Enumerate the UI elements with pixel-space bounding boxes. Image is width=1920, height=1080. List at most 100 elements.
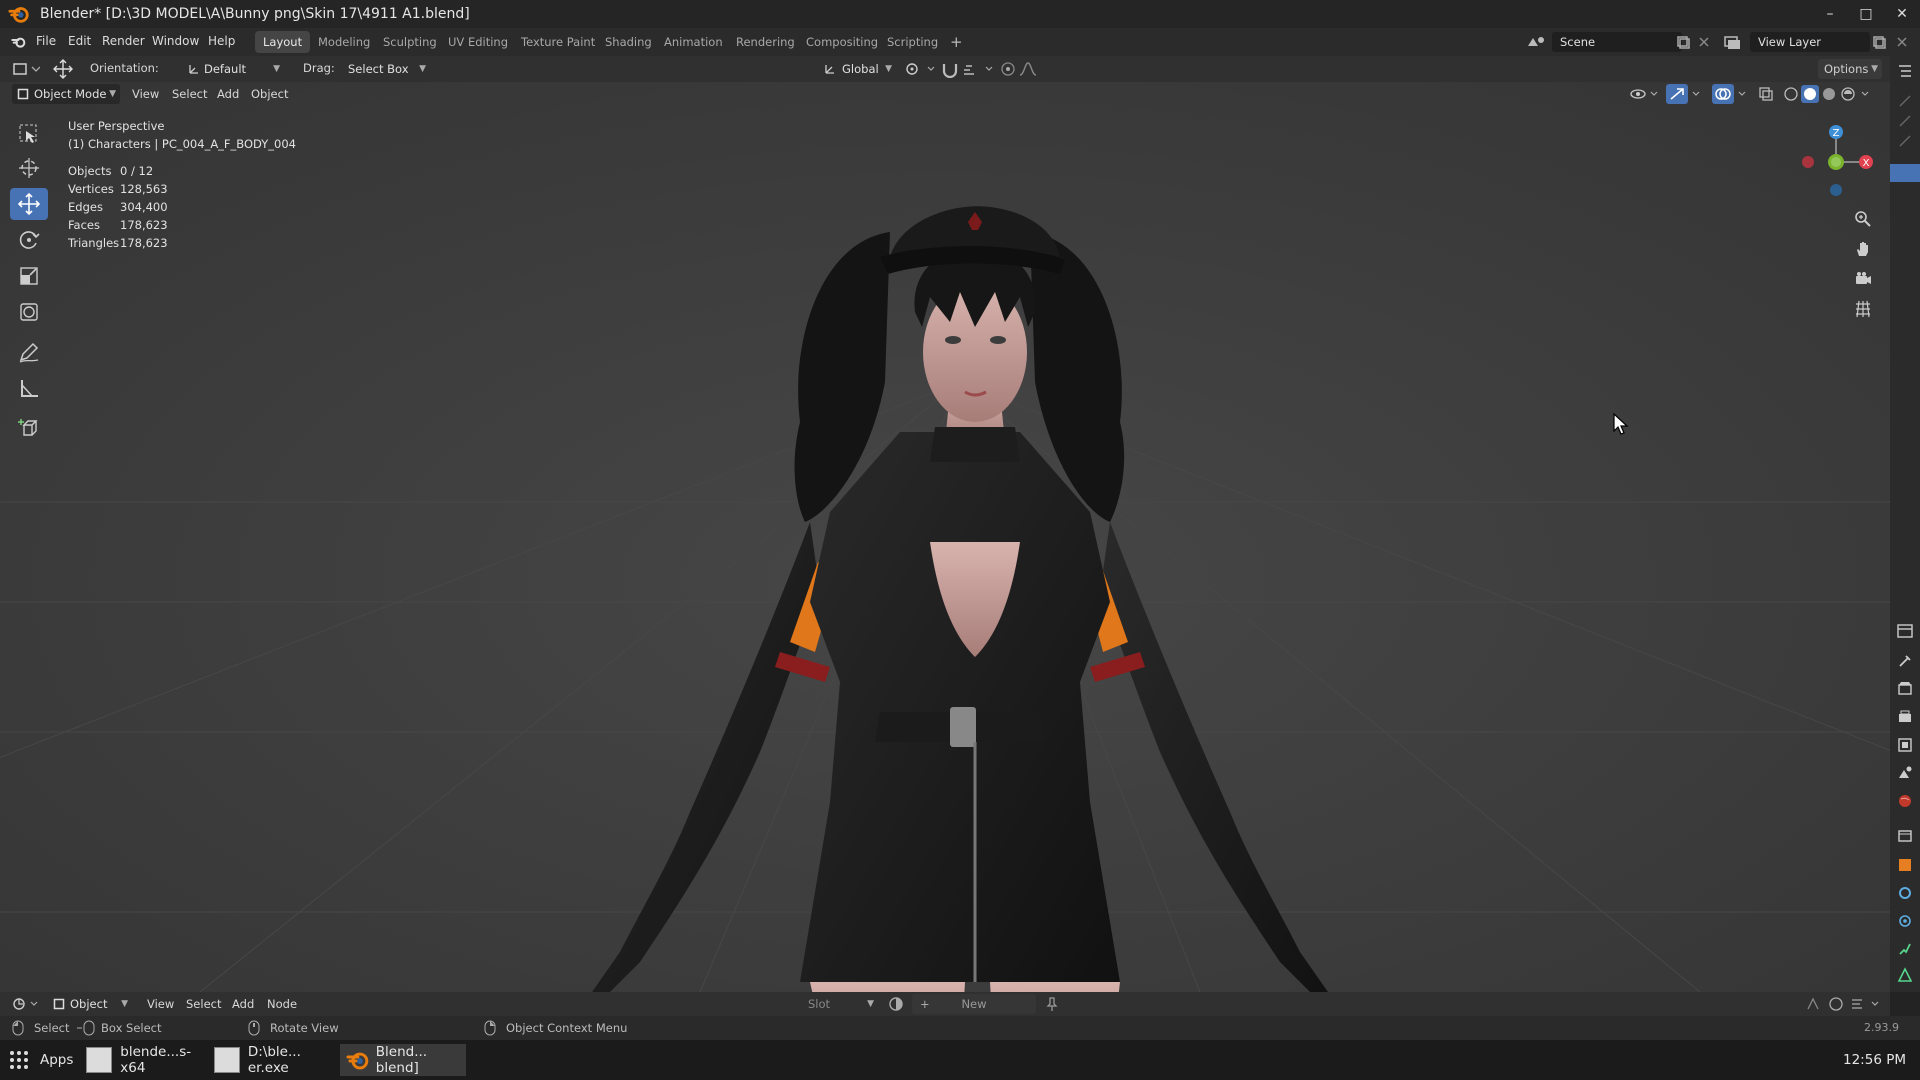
properties-editor-icon[interactable] bbox=[1896, 622, 1914, 640]
new-material-button[interactable]: + New bbox=[912, 994, 1036, 1014]
shading-modes[interactable] bbox=[1782, 85, 1872, 103]
collection-properties-icon[interactable] bbox=[1896, 826, 1914, 844]
menu-edit[interactable]: Edit bbox=[68, 34, 91, 48]
taskbar-item[interactable]: blende...s-x64 bbox=[86, 1044, 210, 1076]
node-header-right-icons[interactable] bbox=[1804, 996, 1884, 1012]
delete-view-layer-icon[interactable] bbox=[1896, 36, 1908, 48]
scene-field[interactable]: Scene bbox=[1552, 32, 1682, 52]
maximize-button[interactable]: □ bbox=[1848, 0, 1884, 28]
transform-tool[interactable] bbox=[10, 296, 48, 328]
material-browse-icon[interactable] bbox=[888, 996, 908, 1012]
rotate-tool[interactable] bbox=[10, 224, 48, 256]
navigation-gizmo[interactable]: Z X bbox=[1786, 114, 1876, 204]
xray-icon[interactable] bbox=[1758, 86, 1774, 102]
world-properties-icon[interactable] bbox=[1896, 792, 1914, 810]
selected-outliner-row[interactable] bbox=[1890, 164, 1920, 182]
pivot-point-icon[interactable] bbox=[904, 61, 938, 77]
falloff-icon[interactable] bbox=[1018, 61, 1038, 77]
scene-selector-icon[interactable] bbox=[1525, 34, 1549, 50]
cursor-tool[interactable] bbox=[10, 152, 48, 184]
close-button[interactable]: ✕ bbox=[1884, 0, 1920, 28]
modifier-properties-icon[interactable] bbox=[1896, 884, 1914, 902]
add-cube-tool[interactable] bbox=[10, 412, 48, 444]
outliner-toggle-icon[interactable] bbox=[1896, 92, 1914, 110]
menu-window[interactable]: Window bbox=[152, 34, 199, 48]
snap-icon[interactable] bbox=[940, 60, 960, 78]
ruler-icon bbox=[21, 380, 38, 397]
slot-dropdown[interactable]: Slot ▼ bbox=[800, 994, 878, 1014]
tab-shading[interactable]: Shading bbox=[597, 31, 660, 53]
ortho-toggle-button[interactable] bbox=[1850, 296, 1876, 322]
drag-dropdown[interactable]: Select Box ▼ bbox=[340, 59, 430, 79]
node-menu-view[interactable]: View bbox=[147, 997, 174, 1011]
tab-texture-paint[interactable]: Texture Paint bbox=[513, 31, 603, 53]
outliner-toggle-icon[interactable] bbox=[1896, 132, 1914, 150]
tab-animation[interactable]: Animation bbox=[656, 31, 731, 53]
move-tool-icon[interactable] bbox=[52, 59, 74, 79]
overlays-icon[interactable] bbox=[1712, 84, 1750, 104]
outliner-icon[interactable] bbox=[1896, 62, 1914, 80]
physics-properties-icon[interactable] bbox=[1896, 912, 1914, 930]
shader-type-dropdown[interactable]: Object ▼ bbox=[48, 994, 132, 1014]
tab-modeling[interactable]: Modeling bbox=[310, 31, 378, 53]
options-dropdown[interactable]: Options ▼ bbox=[1818, 59, 1882, 79]
node-menu-node[interactable]: Node bbox=[267, 997, 297, 1011]
tab-rendering[interactable]: Rendering bbox=[728, 31, 803, 53]
view-layer-field[interactable]: View Layer bbox=[1750, 32, 1870, 52]
zoom-view-button[interactable] bbox=[1850, 206, 1876, 232]
tab-uv-editing[interactable]: UV Editing bbox=[440, 31, 516, 53]
tab-scripting[interactable]: Scripting bbox=[879, 31, 946, 53]
new-scene-icon[interactable] bbox=[1676, 35, 1690, 49]
viewport-menu-add[interactable]: Add bbox=[217, 87, 239, 101]
orientation-dropdown[interactable]: Default ▼ bbox=[184, 59, 284, 79]
tool-properties-icon[interactable] bbox=[1896, 652, 1914, 670]
blender-menu-icon[interactable] bbox=[10, 34, 28, 50]
taskbar-item-active[interactable]: Blend... blend] bbox=[340, 1044, 466, 1076]
camera-view-button[interactable] bbox=[1850, 266, 1876, 292]
viewport-menu-view[interactable]: View bbox=[132, 87, 159, 101]
3d-viewport[interactable]: Object Mode ▼ View Select Add Object User… bbox=[0, 82, 1890, 992]
scene-properties-icon[interactable] bbox=[1896, 764, 1914, 782]
new-view-layer-icon[interactable] bbox=[1872, 35, 1886, 49]
data-properties-icon[interactable] bbox=[1896, 966, 1914, 984]
move-tool[interactable] bbox=[10, 188, 48, 220]
transform-orientation-dropdown[interactable]: Global ▼ bbox=[818, 59, 896, 79]
mode-dropdown[interactable]: Object Mode ▼ bbox=[12, 84, 120, 104]
viewport-menu-object[interactable]: Object bbox=[251, 87, 288, 101]
scale-tool[interactable] bbox=[10, 260, 48, 292]
mouse-drag-icon bbox=[77, 1020, 95, 1036]
viewport-menu-select[interactable]: Select bbox=[172, 87, 207, 101]
view-layer-properties-icon[interactable] bbox=[1896, 736, 1914, 754]
apps-launcher[interactable]: Apps bbox=[8, 1044, 73, 1076]
pan-view-button[interactable] bbox=[1850, 236, 1876, 262]
annotate-tool[interactable] bbox=[10, 336, 48, 368]
pin-icon[interactable] bbox=[1044, 996, 1060, 1012]
minimize-button[interactable]: – bbox=[1812, 0, 1848, 28]
proportional-edit-icon[interactable] bbox=[1000, 61, 1016, 77]
visibility-eye-icon[interactable] bbox=[1630, 86, 1660, 102]
output-properties-icon[interactable] bbox=[1896, 708, 1914, 726]
select-box-tool[interactable] bbox=[10, 118, 48, 150]
gizmo-toggle-icon[interactable] bbox=[1666, 84, 1704, 104]
constraint-properties-icon[interactable] bbox=[1896, 940, 1914, 958]
tab-sculpting[interactable]: Sculpting bbox=[375, 31, 445, 53]
taskbar-item[interactable]: D:\ble... er.exe bbox=[214, 1044, 338, 1076]
editor-type-icon[interactable] bbox=[12, 61, 40, 77]
snap-target-icon[interactable] bbox=[962, 61, 996, 77]
menu-file[interactable]: File bbox=[36, 34, 56, 48]
outliner-toggle-icon[interactable] bbox=[1896, 112, 1914, 130]
node-menu-select[interactable]: Select bbox=[186, 997, 221, 1011]
menu-help[interactable]: Help bbox=[208, 34, 235, 48]
drag-value: Select Box bbox=[348, 62, 409, 76]
object-properties-icon[interactable] bbox=[1896, 856, 1914, 874]
node-menu-add[interactable]: Add bbox=[232, 997, 254, 1011]
add-workspace-button[interactable]: + bbox=[942, 31, 971, 53]
render-properties-icon[interactable] bbox=[1896, 680, 1914, 698]
delete-scene-icon[interactable] bbox=[1698, 36, 1710, 48]
tab-layout[interactable]: Layout bbox=[255, 31, 311, 53]
menu-render[interactable]: Render bbox=[102, 34, 145, 48]
measure-tool[interactable] bbox=[10, 372, 48, 404]
node-editor-type-icon[interactable] bbox=[12, 996, 40, 1012]
view-layer-icon[interactable] bbox=[1722, 34, 1746, 50]
tab-compositing[interactable]: Compositing bbox=[798, 31, 886, 53]
